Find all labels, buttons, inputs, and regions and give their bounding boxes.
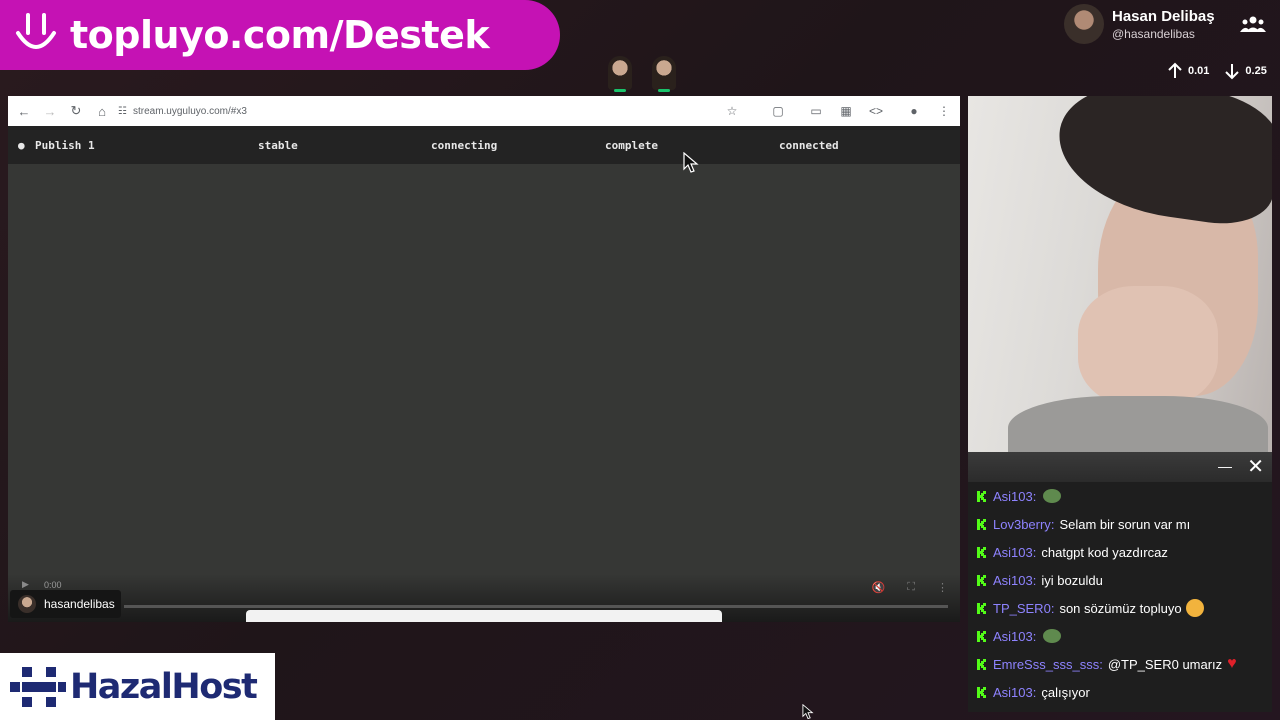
- more-icon[interactable]: ⋮: [937, 581, 948, 594]
- chat-message: TP_SER0: son sözümüz topluyo: [968, 594, 1272, 622]
- arrow-up-icon: [1168, 62, 1182, 78]
- badge-icon: [977, 574, 986, 586]
- chat-panel: Asi103: Lov3berry: Selam bir sorun var mı A…: [968, 482, 1272, 712]
- devtools-icon[interactable]: <>: [866, 104, 886, 118]
- mouse-cursor-icon: [683, 152, 699, 173]
- network-stats: 0.01 0.25: [1166, 62, 1267, 80]
- status-stable: stable: [258, 139, 298, 152]
- viewer-avatar: [652, 56, 676, 92]
- stream-status-bar: ● Publish 1 stable connecting complete c…: [8, 126, 960, 164]
- chat-message: EmreSss_sss_sss: @TP_SER0 umarız ♥: [968, 650, 1272, 678]
- chat-username[interactable]: TP_SER0: [993, 601, 1051, 616]
- badge-icon: [977, 518, 986, 530]
- address-bar[interactable]: ☷ stream.uyguluyo.com/#x3: [118, 100, 712, 122]
- chat-text: chatgpt kod yazdırcaz: [1041, 544, 1168, 560]
- play-icon[interactable]: ▶: [22, 579, 29, 590]
- overlay-bar: [246, 610, 722, 622]
- profile-icon[interactable]: ●: [904, 104, 924, 118]
- badge-icon: [977, 490, 986, 502]
- home-icon[interactable]: ⌂: [92, 101, 112, 121]
- download-rate: 0.25: [1245, 65, 1267, 77]
- smile-icon: [16, 13, 56, 49]
- banner-text: topluyo.com/Destek: [70, 13, 490, 57]
- url-text: stream.uyguluyo.com/#x3: [132, 105, 247, 117]
- chat-text: çalışıyor: [1041, 684, 1090, 700]
- chat-username[interactable]: Asi103: [993, 573, 1033, 588]
- frog-emote-icon: [1043, 489, 1062, 503]
- back-icon[interactable]: ←: [14, 101, 34, 121]
- streamer-chip: hasandelibas: [10, 590, 121, 618]
- streamer-chip-name: hasandelibas: [44, 597, 115, 611]
- badge-icon: [977, 546, 986, 558]
- chat-message: Asi103: iyi bozuldu: [968, 566, 1272, 594]
- viewer-avatar: [608, 56, 632, 92]
- extensions-icon[interactable]: ▢: [768, 104, 788, 118]
- status-connecting: connecting: [431, 139, 498, 152]
- mute-icon[interactable]: 🔇: [872, 581, 886, 594]
- upload-rate: 0.01: [1188, 65, 1210, 77]
- browser-toolbar: ← → ↻ ⌂ ☷ stream.uyguluyo.com/#x3 ☆ ▢ ▭ …: [8, 96, 960, 126]
- status-connected: connected: [779, 139, 839, 152]
- cast-icon[interactable]: ▭: [806, 104, 826, 118]
- video-player[interactable]: ▶ 0:00 🔇 ⛶ ⋮: [8, 164, 960, 622]
- hazalhost-logo-icon: [10, 666, 66, 707]
- badge-icon: [977, 658, 986, 670]
- smiling-emoji-icon: [1185, 599, 1204, 617]
- video-seek-bar[interactable]: [124, 605, 948, 608]
- menu-dots-icon[interactable]: ⋮: [934, 104, 954, 118]
- sponsor-logo: HazalHost: [0, 653, 275, 720]
- webcam-feed: [968, 96, 1272, 452]
- badge-icon: [977, 686, 986, 698]
- mouse-cursor-icon: [802, 704, 814, 720]
- chat-username[interactable]: Asi103: [993, 545, 1033, 560]
- forward-icon[interactable]: →: [40, 101, 60, 121]
- chat-message: Lov3berry: Selam bir sorun var mı: [968, 510, 1272, 538]
- chat-header: — ✕: [968, 452, 1272, 482]
- site-settings-icon[interactable]: ☷: [118, 106, 127, 117]
- browser-window: ← → ↻ ⌂ ☷ stream.uyguluyo.com/#x3 ☆ ▢ ▭ …: [8, 96, 960, 622]
- publish-status: Publish 1: [35, 139, 95, 152]
- frog-emote-icon: [1043, 629, 1062, 643]
- video-time: 0:00: [44, 580, 62, 590]
- streamer-profile[interactable]: Hasan Delibaş @hasandelibas: [1064, 4, 1215, 44]
- sponsor-text: HazalHost: [70, 666, 258, 707]
- chat-message: Asi103:: [968, 622, 1272, 650]
- arrow-down-icon: [1225, 64, 1240, 80]
- chat-message: Asi103:: [968, 482, 1272, 510]
- chat-username[interactable]: Asi103: [993, 685, 1033, 700]
- chat-text: @TP_SER0 umarız: [1107, 656, 1223, 672]
- chat-username[interactable]: Asi103: [993, 629, 1033, 644]
- chat-message: Asi103: chatgpt kod yazdırcaz: [968, 538, 1272, 566]
- minimize-icon[interactable]: —: [1218, 458, 1232, 474]
- chat-text: iyi bozuldu: [1041, 572, 1103, 588]
- badge-icon: [977, 602, 986, 614]
- chat-message: Asi103: çalışıyor: [968, 678, 1272, 706]
- avatar: [1064, 4, 1104, 44]
- apps-icon[interactable]: ▦: [836, 104, 856, 118]
- chat-username[interactable]: EmreSss_sss_sss: [993, 657, 1099, 672]
- chat-username[interactable]: Lov3berry: [993, 517, 1051, 532]
- close-icon[interactable]: ✕: [1247, 454, 1264, 479]
- profile-name: Hasan Delibaş: [1112, 7, 1215, 25]
- badge-icon: [977, 630, 986, 642]
- support-banner: topluyo.com/Destek: [0, 0, 560, 70]
- people-icon[interactable]: [1240, 14, 1266, 34]
- avatar: [18, 595, 36, 613]
- reload-icon[interactable]: ↻: [66, 101, 86, 121]
- profile-handle: @hasandelibas: [1112, 26, 1195, 41]
- chat-text: Selam bir sorun var mı: [1059, 516, 1191, 532]
- heart-icon: ♥: [1227, 655, 1237, 672]
- status-complete: complete: [605, 139, 658, 152]
- bookmark-star-icon[interactable]: ☆: [722, 104, 742, 118]
- camera-icon: ●: [18, 139, 25, 152]
- fullscreen-icon[interactable]: ⛶: [907, 581, 915, 594]
- chat-username[interactable]: Asi103: [993, 489, 1033, 504]
- chat-text: son sözümüz topluyo: [1059, 600, 1182, 616]
